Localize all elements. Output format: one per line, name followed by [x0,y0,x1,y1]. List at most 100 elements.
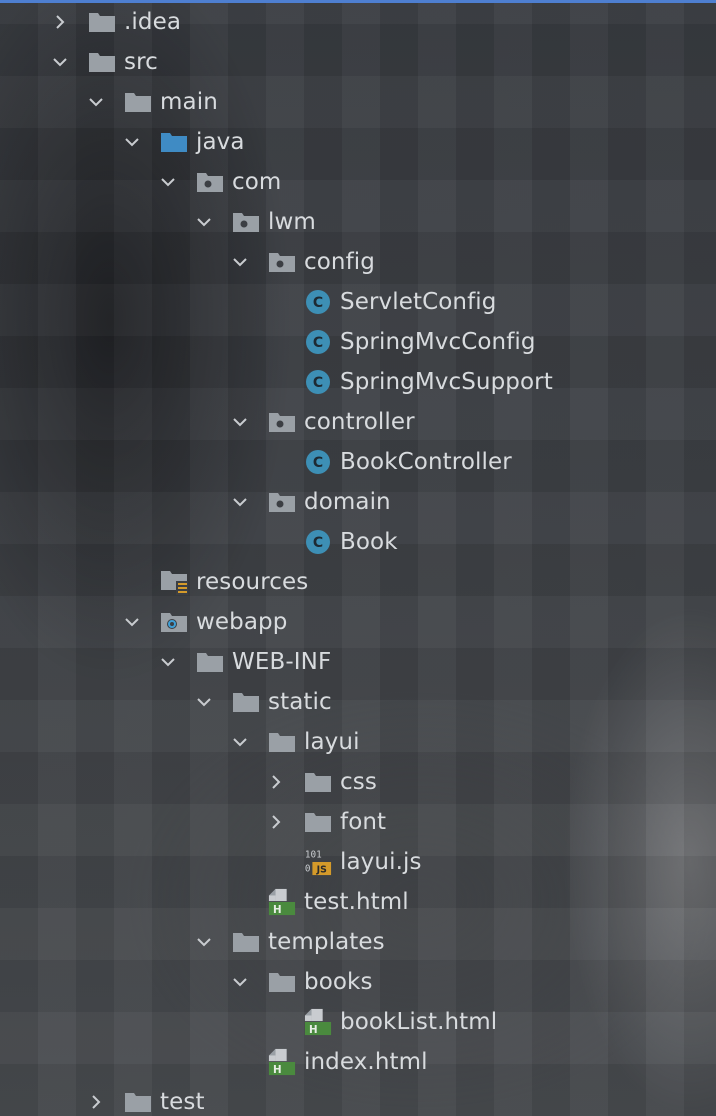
chevron-down-icon[interactable] [232,974,248,990]
chevron-down-icon[interactable] [88,94,104,110]
tree-item-label: lwm [268,209,316,235]
tree-item-domain[interactable]: domain [0,482,716,522]
html-badge-glyph: H [273,904,282,916]
tree-item-lwm[interactable]: lwm [0,202,716,242]
source-root-folder-icon [160,130,188,154]
tree-item-book[interactable]: C Book [0,522,716,562]
chevron-right-icon[interactable] [268,814,284,830]
folder-icon [88,10,116,34]
chevron-down-icon[interactable] [124,134,140,150]
tree-item-label: .idea [124,9,182,35]
html-file-icon: H [268,1048,296,1076]
java-class-icon: C [304,450,332,474]
html-badge-glyph: H [309,1024,318,1036]
chevron-down-icon[interactable] [196,934,212,950]
tree-item-servletconfig[interactable]: C ServletConfig [0,282,716,322]
tree-item-idea[interactable]: .idea [0,2,716,42]
tree-item-java[interactable]: java [0,122,716,162]
tree-item-label: bookList.html [340,1009,498,1035]
tree-item-label: controller [304,409,415,435]
project-tree: .idea src main java com lwm config C Ser… [0,2,716,1116]
tree-item-com[interactable]: com [0,162,716,202]
tree-item-test-html[interactable]: H test.html [0,882,716,922]
tree-item-label: books [304,969,373,995]
tree-item-test[interactable]: test [0,1082,716,1116]
tree-item-controller[interactable]: controller [0,402,716,442]
chevron-down-icon[interactable] [196,214,212,230]
tree-item-label: config [304,249,375,275]
folder-icon [268,970,296,994]
tree-item-label: main [160,89,218,115]
tree-item-label: font [340,809,387,835]
tree-item-templates[interactable]: templates [0,922,716,962]
chevron-down-icon[interactable] [52,54,68,70]
html-badge-glyph: H [273,1064,282,1076]
chevron-right-icon[interactable] [88,1094,104,1110]
tree-item-resources[interactable]: resources [0,562,716,602]
java-class-icon: C [304,290,332,314]
chevron-right-icon[interactable] [268,774,284,790]
tree-item-layui-js[interactable]: 101 0 JS layui.js [0,842,716,882]
package-icon [232,210,260,234]
folder-icon [232,930,260,954]
web-folder-icon [160,610,188,634]
tree-item-springmvcconfig[interactable]: C SpringMvcConfig [0,322,716,362]
class-badge-glyph: C [313,535,323,551]
js-binary-glyph: 101 [305,849,322,860]
tree-item-label: Book [340,529,398,555]
resources-folder-icon [160,570,188,595]
tree-item-main[interactable]: main [0,82,716,122]
tree-item-config[interactable]: config [0,242,716,282]
tree-item-web-inf[interactable]: WEB-INF [0,642,716,682]
html-file-icon: H [304,1008,332,1036]
tree-item-label: src [124,49,158,75]
tree-item-font[interactable]: font [0,802,716,842]
chevron-down-icon[interactable] [124,614,140,630]
folder-icon [124,1090,152,1114]
chevron-down-icon[interactable] [232,254,248,270]
chevron-down-icon[interactable] [160,654,176,670]
java-class-icon: C [304,330,332,354]
tree-item-label: java [196,129,245,155]
chevron-down-icon[interactable] [196,694,212,710]
tree-item-books[interactable]: books [0,962,716,1002]
tree-item-label: index.html [304,1049,428,1075]
tree-item-webapp[interactable]: webapp [0,602,716,642]
tree-item-label: static [268,689,332,715]
tree-item-label: css [340,769,377,795]
tree-item-label: com [232,169,282,195]
tree-item-label: layui [304,729,360,755]
chevron-down-icon[interactable] [232,414,248,430]
tree-item-label: domain [304,489,391,515]
folder-icon [304,770,332,794]
tree-item-bookcontroller[interactable]: C BookController [0,442,716,482]
chevron-down-icon[interactable] [232,494,248,510]
html-file-icon: H [268,888,296,916]
chevron-right-icon[interactable] [52,14,68,30]
folder-icon [88,50,116,74]
folder-icon [196,650,224,674]
tree-item-label: test.html [304,889,409,915]
tree-item-springmvcsupport[interactable]: C SpringMvcSupport [0,362,716,402]
javascript-file-icon: 101 0 JS [304,849,332,875]
folder-icon [124,90,152,114]
class-badge-glyph: C [313,295,323,311]
folder-icon [232,690,260,714]
tree-item-index-html[interactable]: H index.html [0,1042,716,1082]
tree-item-label: BookController [340,449,512,475]
package-icon [268,410,296,434]
tree-item-src[interactable]: src [0,42,716,82]
tree-item-label: ServletConfig [340,289,497,315]
tree-item-layui[interactable]: layui [0,722,716,762]
chevron-down-icon[interactable] [232,734,248,750]
tree-item-label: SpringMvcConfig [340,329,536,355]
tree-item-label: test [160,1089,205,1115]
tree-item-booklist-html[interactable]: H bookList.html [0,1002,716,1042]
tree-item-label: layui.js [340,849,422,875]
tree-item-static[interactable]: static [0,682,716,722]
svg-text:0: 0 [305,863,311,874]
chevron-down-icon[interactable] [160,174,176,190]
tree-item-css[interactable]: css [0,762,716,802]
java-class-icon: C [304,530,332,554]
package-icon [268,250,296,274]
